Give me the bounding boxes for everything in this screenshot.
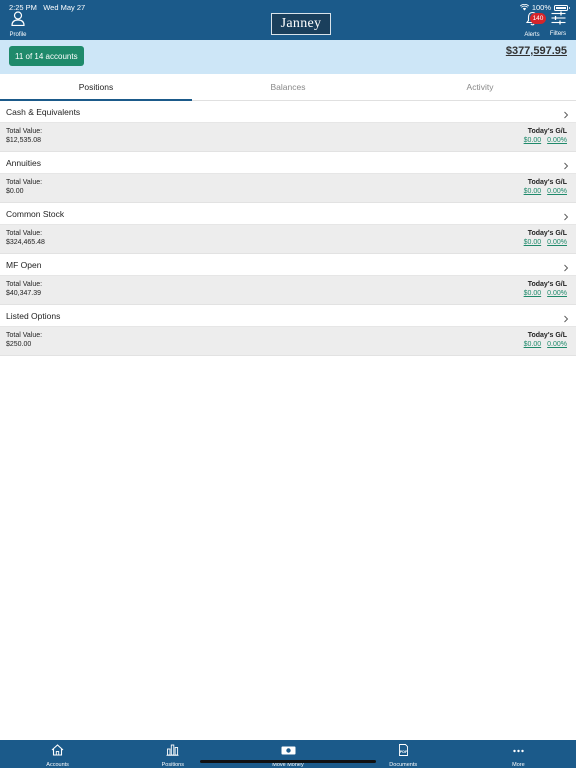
todays-gl-values: $0.00 0.00% <box>524 188 567 195</box>
chevron-right-icon <box>562 208 570 220</box>
todays-gl-values: $0.00 0.00% <box>524 341 567 348</box>
total-value: $0.00 <box>6 188 24 195</box>
category-summary: Total Value: $40,347.39 Today's G/L $0.0… <box>0 276 576 305</box>
category-name: MF Open <box>6 259 42 270</box>
home-icon <box>51 743 64 761</box>
svg-text:PDF: PDF <box>399 750 407 754</box>
todays-gl-label: Today's G/L <box>527 230 567 237</box>
total-value-label: Total Value: <box>6 281 43 288</box>
chevron-right-icon <box>562 310 570 322</box>
bottom-navigation: Accounts Positions Move Money PDF Docume… <box>0 740 576 768</box>
category-row-listed-options[interactable]: Listed Options <box>0 305 576 327</box>
category-row-cash-equivalents[interactable]: Cash & Equivalents <box>0 101 576 123</box>
accounts-selector-button[interactable]: 11 of 14 accounts <box>9 46 84 66</box>
nav-positions[interactable]: Positions <box>115 740 230 768</box>
gl-percent-link[interactable]: 0.00% <box>547 341 567 348</box>
nav-documents[interactable]: PDF Documents <box>346 740 461 768</box>
todays-gl-label: Today's G/L <box>527 281 567 288</box>
battery-icon <box>554 4 570 11</box>
nav-label: Documents <box>389 762 418 768</box>
nav-move-money[interactable]: Move Money <box>230 740 345 768</box>
logo-text: Janney <box>280 16 322 31</box>
filters-label: Filters <box>549 31 567 37</box>
category-summary: Total Value: $324,465.48 Today's G/L $0.… <box>0 225 576 254</box>
bar-chart-icon <box>166 743 179 761</box>
todays-gl-label: Today's G/L <box>527 179 567 186</box>
gl-amount-link[interactable]: $0.00 <box>524 188 542 195</box>
category-summary: Total Value: $0.00 Today's G/L $0.00 0.0… <box>0 174 576 203</box>
positions-list: Cash & Equivalents Total Value: $12,535.… <box>0 101 576 356</box>
tab-activity[interactable]: Activity <box>384 74 576 100</box>
tab-bar: Positions Balances Activity <box>0 74 576 101</box>
total-value: $250.00 <box>6 341 32 348</box>
total-value: $12,535.08 <box>6 137 42 144</box>
profile-label: Profile <box>9 32 27 38</box>
chevron-right-icon <box>562 106 570 118</box>
total-portfolio-value[interactable]: $377,597.95 <box>506 45 567 57</box>
gl-percent-link[interactable]: 0.00% <box>547 137 567 144</box>
home-indicator[interactable] <box>200 760 376 763</box>
gl-amount-link[interactable]: $0.00 <box>524 137 542 144</box>
todays-gl-label: Today's G/L <box>527 128 567 135</box>
total-value-label: Total Value: <box>6 179 43 186</box>
nav-label: Positions <box>161 762 184 768</box>
pdf-icon: PDF <box>397 743 410 761</box>
gl-percent-link[interactable]: 0.00% <box>547 188 567 195</box>
alerts-label: Alerts <box>524 32 540 38</box>
gl-percent-link[interactable]: 0.00% <box>547 239 567 246</box>
gl-amount-link[interactable]: $0.00 <box>524 239 542 246</box>
category-row-mf-open[interactable]: MF Open <box>0 254 576 276</box>
total-value-label: Total Value: <box>6 332 43 339</box>
janney-logo: Janney <box>271 13 331 35</box>
category-summary: Total Value: $12,535.08 Today's G/L $0.0… <box>0 123 576 152</box>
user-icon <box>11 11 25 31</box>
total-value-label: Total Value: <box>6 230 43 237</box>
category-summary: Total Value: $250.00 Today's G/L $0.00 0… <box>0 327 576 356</box>
category-name: Cash & Equivalents <box>6 106 81 117</box>
gl-percent-link[interactable]: 0.00% <box>547 290 567 297</box>
chevron-right-icon <box>562 157 570 169</box>
nav-accounts[interactable]: Accounts <box>0 740 115 768</box>
account-summary-bar: 11 of 14 accounts $377,597.95 <box>0 40 576 74</box>
alerts-count-badge: 140 <box>530 13 546 24</box>
todays-gl-values: $0.00 0.00% <box>524 137 567 144</box>
gl-amount-link[interactable]: $0.00 <box>524 341 542 348</box>
chevron-right-icon <box>562 259 570 271</box>
category-name: Listed Options <box>6 310 61 321</box>
filters-button[interactable]: Filters <box>546 11 570 37</box>
category-row-common-stock[interactable]: Common Stock <box>0 203 576 225</box>
sliders-icon <box>551 11 566 30</box>
gl-amount-link[interactable]: $0.00 <box>524 290 542 297</box>
profile-button[interactable]: Profile <box>6 11 30 38</box>
todays-gl-values: $0.00 0.00% <box>524 290 567 297</box>
app-header: 2:25 PM Wed May 27 100% Profile Janney 1… <box>0 0 576 40</box>
wifi-icon <box>519 4 529 11</box>
more-icon <box>512 743 525 761</box>
nav-label: More <box>512 762 525 768</box>
category-name: Annuities <box>6 157 41 168</box>
money-icon <box>281 743 296 761</box>
total-value: $324,465.48 <box>6 239 45 246</box>
tab-positions[interactable]: Positions <box>0 74 192 101</box>
nav-more[interactable]: More <box>461 740 576 768</box>
total-value: $40,347.39 <box>6 290 42 297</box>
todays-gl-values: $0.00 0.00% <box>524 239 567 246</box>
todays-gl-label: Today's G/L <box>527 332 567 339</box>
tab-balances[interactable]: Balances <box>192 74 384 100</box>
category-row-annuities[interactable]: Annuities <box>0 152 576 174</box>
nav-label: Accounts <box>46 762 69 768</box>
category-name: Common Stock <box>6 208 65 219</box>
alerts-button[interactable]: 140 Alerts <box>520 11 546 38</box>
total-value-label: Total Value: <box>6 128 43 135</box>
